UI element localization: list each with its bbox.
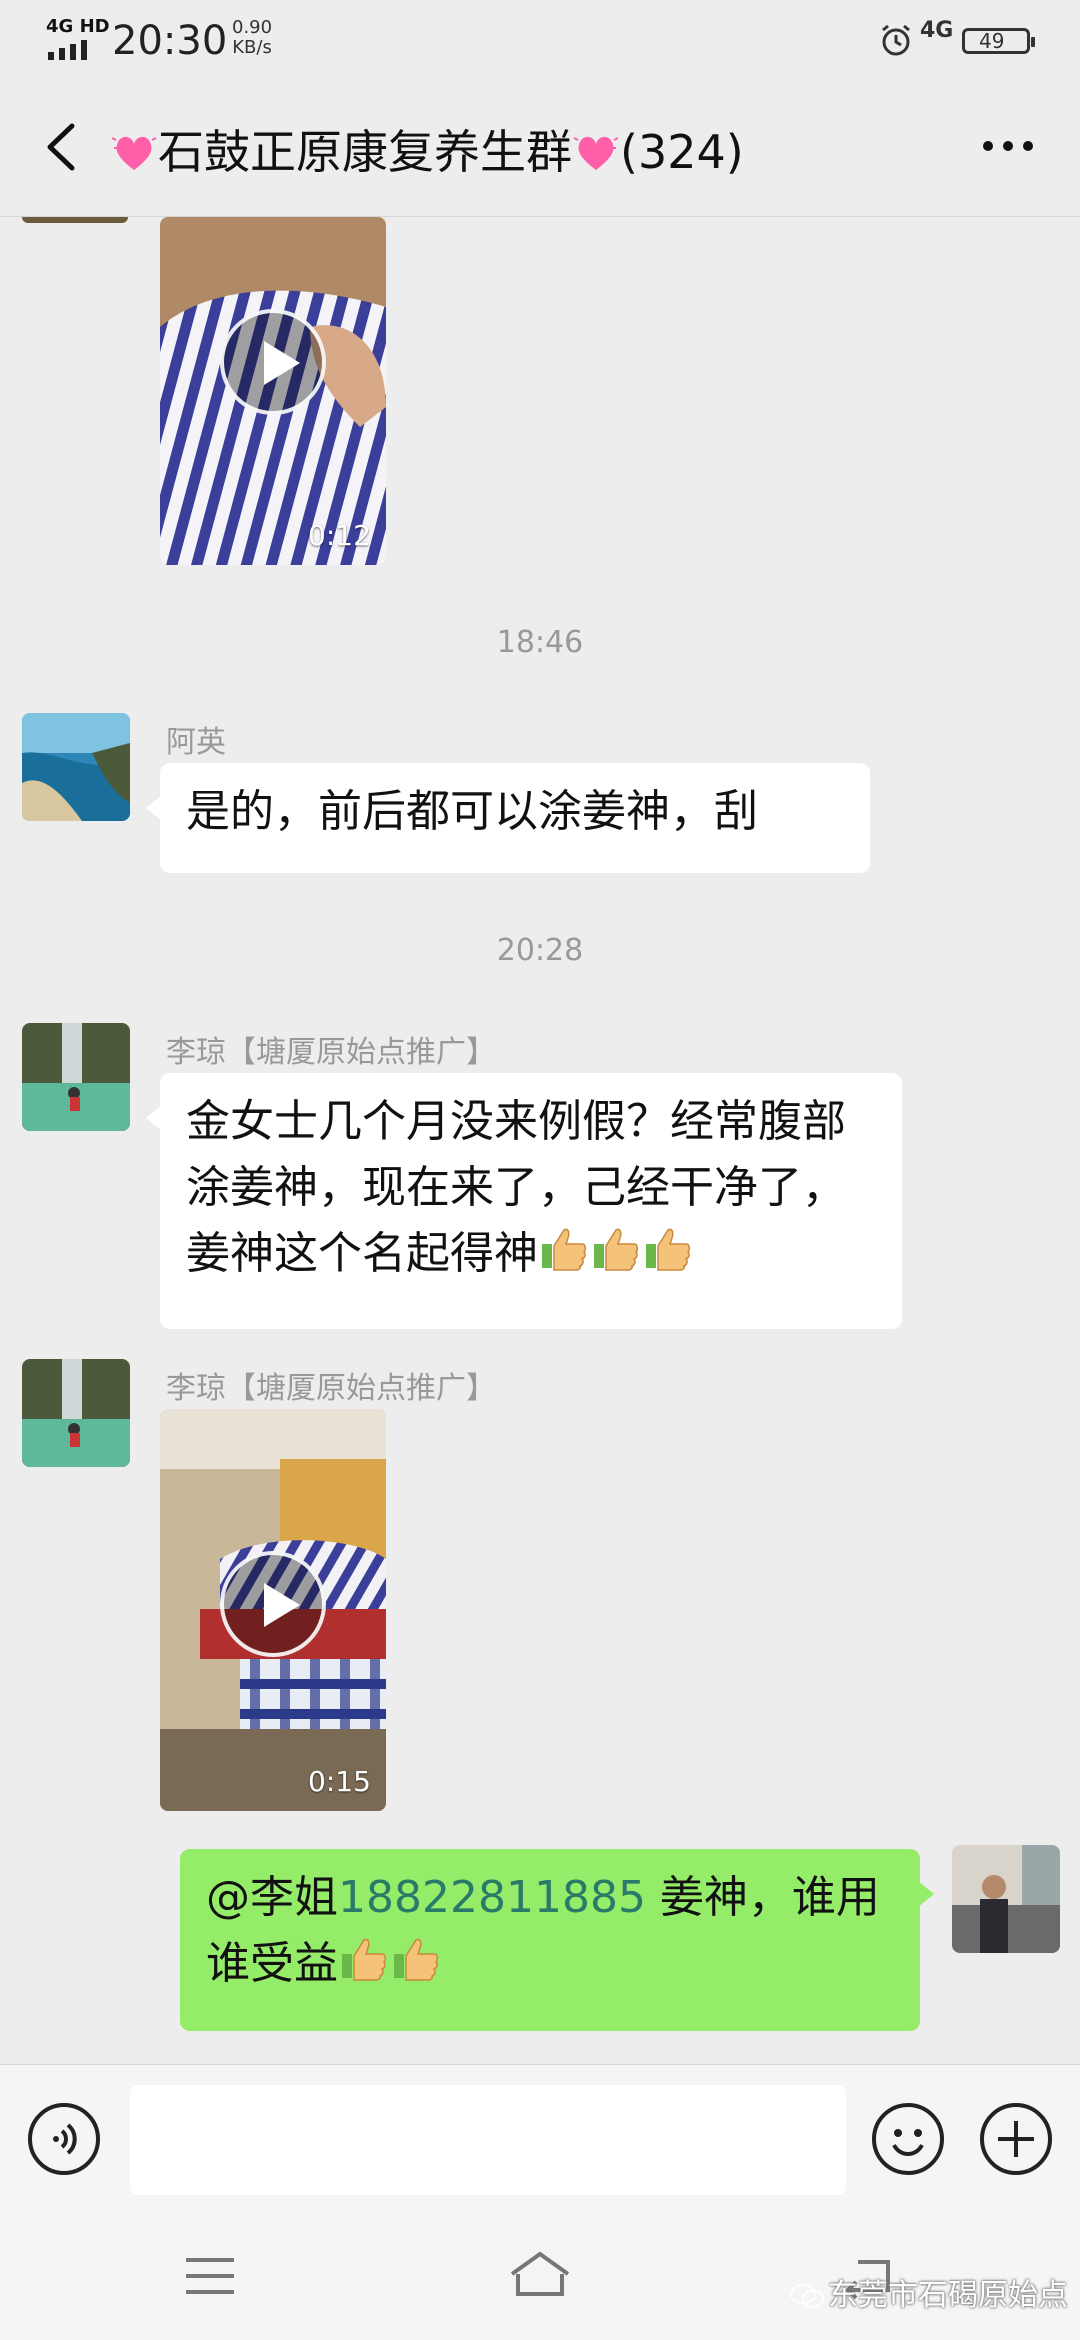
input-bar <box>0 2064 1080 2213</box>
video-message[interactable]: 0:12 <box>160 217 386 565</box>
emoji-button[interactable] <box>872 2103 944 2175</box>
speed-unit: KB/s <box>232 37 272 58</box>
watermark: 东莞市石碣原始点 <box>790 2270 1068 2314</box>
status-bar: 4G HD 20:30 0.90 KB/s 4G 49 <box>0 0 1080 80</box>
message-bubble[interactable]: 金女士几个月没来例假？经常腹部涂姜神，现在来了，己经干净了，姜神这个名起得神 <box>146 1073 902 1329</box>
home-icon[interactable] <box>504 2246 576 2302</box>
thumbs-up-icon <box>542 1228 587 1271</box>
network-type: 4G HD <box>46 16 110 37</box>
group-name: 石鼓正原康复养生群 <box>158 125 572 179</box>
plus-icon <box>998 2121 1034 2157</box>
network-speed: 0.90 KB/s <box>232 18 272 58</box>
clock: 20:30 <box>112 18 228 64</box>
member-count: (324) <box>620 125 744 179</box>
message-bubble[interactable]: 是的，前后都可以涂姜神，刮 <box>146 763 870 873</box>
sender-name: 李琼【塘厦原始点推广】 <box>166 1035 496 1070</box>
timestamp: 18:46 <box>496 625 584 660</box>
play-icon[interactable] <box>220 1551 326 1657</box>
thumbs-up-icon <box>646 1228 691 1271</box>
thumbs-up-icon <box>342 1938 387 1981</box>
heart-emoji-icon <box>111 136 157 170</box>
chat-area[interactable]: 0:12 18:46 阿英 是的，前后都可以涂姜神，刮 20:28 李琼【塘厦原… <box>0 217 1080 2064</box>
alarm-icon <box>882 24 910 56</box>
network-type-right: 4G <box>920 18 954 43</box>
thumbs-up-icon <box>394 1938 439 1981</box>
message-bubble-self[interactable]: @李姐18822811885 姜神，谁用谁受益 <box>180 1849 934 2031</box>
message-input[interactable] <box>130 2085 846 2195</box>
play-icon[interactable] <box>220 309 326 415</box>
phone-link[interactable]: 18822811885 <box>338 1872 646 1923</box>
heart-emoji-icon <box>573 136 619 170</box>
avatar[interactable] <box>22 713 130 821</box>
partial-avatar <box>22 217 128 223</box>
watermark-text: 东莞市石碣原始点 <box>828 2278 1068 2313</box>
emoji-icon <box>892 2129 924 2156</box>
speed-value: 0.90 <box>232 17 273 38</box>
signal-icon <box>48 40 87 60</box>
back-arrow-icon[interactable] <box>28 112 98 182</box>
video-duration: 0:15 <box>308 1765 371 1798</box>
sender-name: 李琼【塘厦原始点推广】 <box>166 1371 496 1406</box>
video-duration: 0:12 <box>308 519 371 552</box>
avatar[interactable] <box>22 1359 130 1467</box>
plus-button[interactable] <box>980 2103 1052 2175</box>
system-nav-bar: 东莞市石碣原始点 <box>0 2212 1080 2340</box>
battery-icon: 49 <box>962 28 1035 54</box>
avatar[interactable] <box>22 1023 130 1131</box>
mention[interactable]: @李姐 <box>206 1872 338 1923</box>
chat-header: 石鼓正原康复养生群 (324) <box>0 80 1080 217</box>
voice-button[interactable] <box>28 2103 100 2175</box>
sender-name: 阿英 <box>166 725 226 760</box>
battery-level: 49 <box>979 29 1005 53</box>
menu-icon[interactable] <box>180 2252 240 2300</box>
more-icon[interactable] <box>968 116 1048 176</box>
self-avatar[interactable] <box>952 1845 1060 1953</box>
chat-title: 石鼓正原康复养生群 (324) <box>110 116 744 182</box>
message-text: 金女士几个月没来例假？经常腹部涂姜神，现在来了，己经干净了，姜神这个名起得神 <box>186 1096 846 1279</box>
voice-icon <box>53 2123 77 2155</box>
thumbs-up-icon <box>594 1228 639 1271</box>
wechat-icon <box>790 2284 824 2308</box>
timestamp: 20:28 <box>496 933 584 968</box>
video-message[interactable]: 0:15 <box>160 1409 386 1811</box>
message-text: 是的，前后都可以涂姜神，刮 <box>186 786 758 837</box>
